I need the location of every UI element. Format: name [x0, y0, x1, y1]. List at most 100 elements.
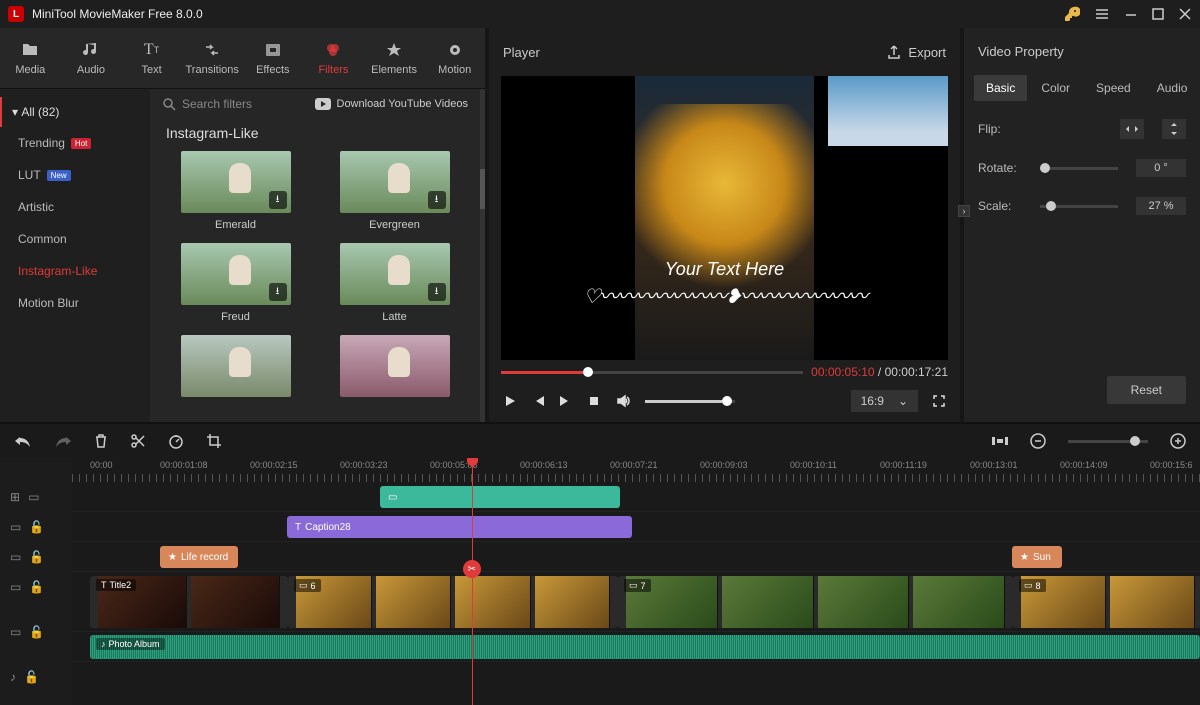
download-icon[interactable]: ⭳ — [428, 191, 446, 209]
rotate-slider[interactable] — [1040, 167, 1118, 170]
clip-video-7[interactable]: ▭7 — [618, 576, 1013, 628]
filter-item[interactable]: ⭳Freud — [166, 243, 305, 323]
close-icon[interactable] — [1178, 7, 1192, 21]
clip-video-title[interactable]: TTitle2 — [90, 576, 288, 628]
clip-caption[interactable]: TCaption28 — [287, 516, 632, 538]
reset-button[interactable]: Reset — [1107, 376, 1186, 404]
track-header-overlay[interactable]: ▭🔓 — [0, 512, 72, 542]
menu-icon[interactable] — [1094, 6, 1110, 22]
fit-button[interactable] — [992, 434, 1008, 448]
filter-item[interactable]: ⭳Evergreen — [325, 151, 464, 231]
track-elements[interactable]: ★Life record ★Sun — [72, 542, 1200, 572]
filter-item[interactable]: ⭳Emerald — [166, 151, 305, 231]
zoom-out-button[interactable] — [1030, 433, 1046, 449]
track-overlay[interactable]: ▭ — [72, 482, 1200, 512]
search-input[interactable]: Search filters — [162, 97, 252, 111]
redo-button[interactable] — [54, 434, 72, 448]
tool-motion[interactable]: Motion — [424, 34, 485, 82]
tool-effects[interactable]: Effects — [243, 34, 304, 82]
lock-icon[interactable]: 🔓 — [29, 520, 44, 534]
lock-icon[interactable]: 🔓 — [24, 670, 39, 684]
clip-life-record[interactable]: ★Life record — [160, 546, 238, 568]
tool-media[interactable]: Media — [0, 34, 61, 82]
filter-cat-artistic[interactable]: Artistic — [0, 191, 150, 223]
image-icon: ▭ — [1024, 580, 1033, 591]
filter-item[interactable] — [166, 335, 305, 397]
filter-cat-trending[interactable]: TrendingHot — [0, 127, 150, 159]
zoom-in-button[interactable] — [1170, 433, 1186, 449]
fullscreen-button[interactable] — [932, 394, 946, 408]
filter-cat-instagram[interactable]: Instagram-Like — [0, 255, 150, 287]
preview-viewport[interactable]: Your Text Here ♡〰〰〰〰〰〰〰❥〰〰〰〰〰〰〰 — [501, 76, 948, 360]
track-audio[interactable]: ♪Photo Album — [72, 632, 1200, 662]
export-button[interactable]: Export — [886, 44, 946, 60]
track-header-audio[interactable]: ♪🔓 — [0, 662, 72, 692]
text-icon: TT — [144, 40, 159, 60]
library-panel: Media Audio TTText Transitions Effects F… — [0, 28, 485, 422]
flip-vertical-button[interactable] — [1162, 119, 1186, 139]
clip-audio[interactable]: ♪Photo Album — [90, 635, 1200, 659]
track-video[interactable]: TTitle2 ▭6 ▭7 ▭8 — [72, 572, 1200, 632]
download-icon[interactable]: ⭳ — [269, 283, 287, 301]
text-icon: T — [295, 522, 301, 533]
download-icon[interactable]: ⭳ — [428, 283, 446, 301]
track-header-elements[interactable]: ▭🔓 — [0, 572, 72, 602]
tool-transitions[interactable]: Transitions — [182, 34, 243, 82]
clip-sun[interactable]: ★Sun — [1012, 546, 1062, 568]
download-youtube-link[interactable]: Download YouTube Videos — [315, 98, 469, 110]
clip-overlay[interactable]: ▭ — [380, 486, 620, 508]
tab-color[interactable]: Color — [1029, 75, 1082, 101]
volume-icon[interactable] — [615, 393, 631, 409]
clip-label: TTitle2 — [96, 579, 136, 591]
scissors-icon[interactable]: ✂ — [463, 560, 481, 578]
play-button[interactable] — [503, 394, 517, 408]
track-text[interactable]: TCaption28 — [72, 512, 1200, 542]
tool-filters[interactable]: Filters — [303, 34, 364, 82]
next-button[interactable] — [559, 394, 573, 408]
filter-all[interactable]: ▾ All (82) — [0, 97, 150, 127]
tab-basic[interactable]: Basic — [974, 75, 1027, 101]
clip-video-6[interactable]: ▭6 — [288, 576, 618, 628]
time-ruler[interactable]: 00:00 00:00:01:08 00:00:02:15 00:00:03:2… — [72, 458, 1200, 482]
volume-slider[interactable] — [645, 400, 735, 403]
undo-button[interactable] — [14, 434, 32, 448]
panel-collapse-icon[interactable]: › — [958, 205, 970, 217]
tab-speed[interactable]: Speed — [1084, 75, 1143, 101]
delete-button[interactable] — [94, 433, 108, 449]
tool-audio[interactable]: Audio — [61, 34, 122, 82]
scale-value[interactable]: 27 % — [1136, 197, 1186, 215]
tab-audio[interactable]: Audio — [1145, 75, 1200, 101]
rotate-value[interactable]: 0 ° — [1136, 159, 1186, 177]
download-icon[interactable]: ⭳ — [269, 191, 287, 209]
track-header-add[interactable]: ⊞▭ — [0, 482, 72, 512]
flip-horizontal-button[interactable] — [1120, 119, 1144, 139]
split-button[interactable] — [130, 433, 146, 449]
seek-bar[interactable] — [501, 371, 803, 374]
crop-button[interactable] — [206, 433, 222, 449]
lock-icon[interactable]: 🔓 — [29, 625, 44, 639]
aspect-ratio-select[interactable]: 16:9⌄ — [851, 390, 918, 412]
filter-cat-motionblur[interactable]: Motion Blur — [0, 287, 150, 319]
tool-text[interactable]: TTText — [121, 34, 182, 82]
minimize-icon[interactable] — [1124, 7, 1138, 21]
flip-label: Flip: — [978, 122, 1022, 136]
speed-button[interactable] — [168, 433, 184, 449]
lock-icon[interactable]: 🔓 — [29, 580, 44, 594]
tool-elements[interactable]: Elements — [364, 34, 425, 82]
track-header-video[interactable]: ▭🔓 — [0, 602, 72, 662]
clip-video-8[interactable]: ▭8 — [1013, 576, 1200, 628]
filter-item[interactable] — [325, 335, 464, 397]
lock-icon[interactable]: 🔓 — [29, 550, 44, 564]
music-icon: ♪ — [101, 639, 106, 649]
prev-button[interactable] — [531, 394, 545, 408]
key-icon[interactable] — [1064, 6, 1080, 22]
zoom-slider[interactable] — [1068, 440, 1148, 443]
stop-button[interactable] — [587, 394, 601, 408]
maximize-icon[interactable] — [1152, 8, 1164, 20]
filter-cat-common[interactable]: Common — [0, 223, 150, 255]
filter-cat-lut[interactable]: LUTNew — [0, 159, 150, 191]
playhead[interactable]: ✂ — [472, 458, 473, 705]
scale-slider[interactable] — [1040, 205, 1118, 208]
track-header-text[interactable]: ▭🔓 — [0, 542, 72, 572]
filter-item[interactable]: ⭳Latte — [325, 243, 464, 323]
